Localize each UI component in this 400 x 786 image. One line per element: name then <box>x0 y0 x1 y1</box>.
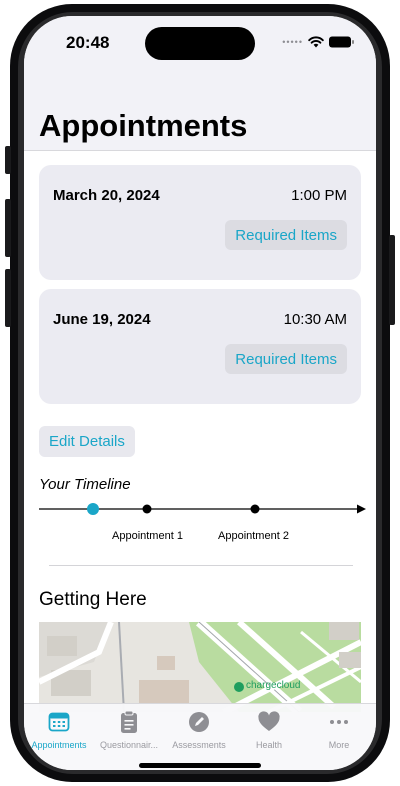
timeline-label-appointment-2: Appointment 2 <box>218 530 289 542</box>
timeline-current-marker <box>87 503 99 515</box>
appointment-card-2: June 19, 2024 10:30 AM Required Items <box>39 289 361 404</box>
section-divider <box>49 565 353 566</box>
wifi-icon <box>308 36 324 48</box>
timeline-label-appointment-1: Appointment 1 <box>112 530 183 542</box>
status-bar: 20:48 ••••• <box>24 16 376 68</box>
timeline-arrowhead <box>357 504 366 514</box>
signal-dots-icon: ••••• <box>282 37 303 47</box>
required-items-button[interactable]: Required Items <box>225 344 347 374</box>
heart-icon <box>258 711 280 731</box>
timeline-appointment-1-marker <box>142 504 152 514</box>
volume-down-button <box>5 269 11 327</box>
status-time: 20:48 <box>66 33 110 52</box>
tab-health[interactable]: Health <box>234 710 304 750</box>
power-button <box>389 235 395 325</box>
map-label: chargecloud <box>246 680 301 691</box>
appointment-card-1: March 20, 2024 1:00 PM Required Items <box>39 165 361 280</box>
dynamic-island <box>145 27 255 60</box>
tab-appointments[interactable]: Appointments <box>24 710 94 750</box>
tab-bar: Appointments Questionnair... Assessments <box>24 703 376 770</box>
tab-label: Appointments <box>31 740 87 750</box>
appointment-date: June 19, 2024 <box>53 311 151 328</box>
page-title: Appointments <box>39 108 248 143</box>
clipboard-icon <box>121 710 137 733</box>
home-indicator[interactable] <box>139 763 261 768</box>
edit-details-button[interactable]: Edit Details <box>39 426 135 457</box>
tab-label: More <box>328 740 350 750</box>
tab-label: Questionnair... <box>99 740 159 750</box>
location-map[interactable]: chargecloud <box>39 622 361 712</box>
tab-assessments[interactable]: Assessments <box>164 710 234 750</box>
screen: 20:48 ••••• Appointments March 20, 2024 … <box>24 16 376 770</box>
map-canvas <box>39 622 361 712</box>
getting-here-title: Getting Here <box>39 589 147 610</box>
battery-icon <box>329 36 354 48</box>
action-button <box>5 146 11 174</box>
appointment-date: March 20, 2024 <box>53 187 160 204</box>
map-pin-icon <box>234 682 244 692</box>
timeline <box>39 503 366 515</box>
tab-label: Health <box>255 740 282 750</box>
tab-more[interactable]: More <box>304 710 374 750</box>
pencil-circle-icon <box>189 712 209 732</box>
status-icons: ••••• <box>282 36 354 48</box>
appointment-time: 10:30 AM <box>283 311 347 328</box>
appointment-time: 1:00 PM <box>291 187 347 204</box>
volume-up-button <box>5 199 11 257</box>
navigation-header: Appointments <box>24 68 376 151</box>
tab-questionnaires[interactable]: Questionnair... <box>94 710 164 750</box>
timeline-title: Your Timeline <box>39 476 131 493</box>
ellipsis-icon <box>330 720 348 724</box>
required-items-button[interactable]: Required Items <box>225 220 347 250</box>
timeline-appointment-2-marker <box>250 504 260 514</box>
calendar-icon <box>48 712 70 732</box>
tab-label: Assessments <box>172 740 226 750</box>
